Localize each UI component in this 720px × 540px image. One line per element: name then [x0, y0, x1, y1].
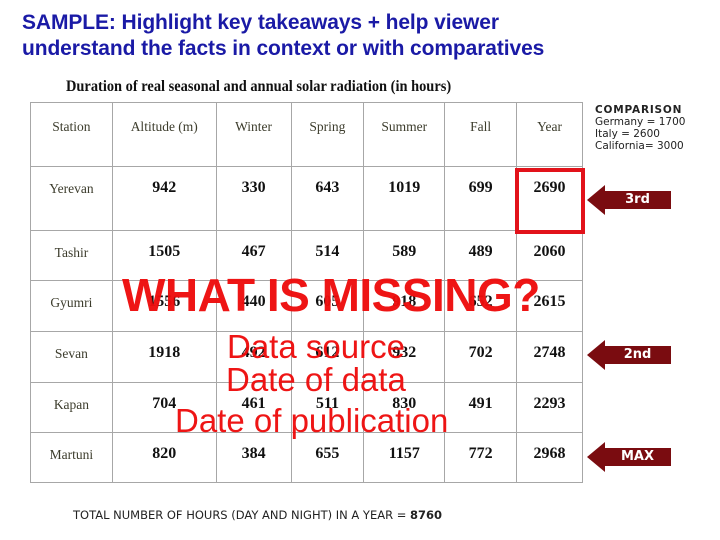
- rank-arrow-yerevan: 3rd: [587, 185, 671, 215]
- footer-text: TOTAL NUMBER OF HOURS (DAY AND NIGHT) IN…: [73, 508, 411, 522]
- year-cell: 2748: [516, 331, 583, 383]
- winter-cell: 384: [215, 432, 292, 483]
- footer-note: TOTAL NUMBER OF HOURS (DAY AND NIGHT) IN…: [73, 508, 442, 522]
- comparison-germany: Germany = 1700: [595, 116, 686, 128]
- column-header-station: Station: [30, 102, 113, 167]
- headline-line-1: SAMPLE: Highlight key takeaways + help v…: [22, 11, 499, 34]
- table-header-row: Station Altitude (m) Winter Spring Summe…: [30, 102, 583, 167]
- table-title: Duration of real seasonal and annual sol…: [66, 78, 452, 95]
- rank-label: 3rd: [604, 191, 671, 209]
- fall-cell: 491: [444, 382, 518, 433]
- table-row: Martuni 820 384 655 1157 772 2968: [30, 432, 583, 483]
- fall-cell: 772: [444, 432, 518, 483]
- missing-item-date-of-data: Date of data: [226, 361, 406, 398]
- station-cell: Kapan: [30, 382, 113, 433]
- fall-cell: 702: [444, 331, 518, 383]
- column-header-summer: Summer: [363, 102, 446, 167]
- winter-cell: 330: [215, 166, 292, 231]
- rank-label: MAX: [604, 448, 671, 466]
- column-header-winter: Winter: [215, 102, 292, 167]
- altitude-cell: 820: [111, 432, 217, 483]
- headline: SAMPLE: Highlight key takeaways + help v…: [22, 10, 712, 62]
- column-header-spring: Spring: [290, 102, 365, 167]
- altitude-cell: 1918: [111, 331, 217, 383]
- summer-cell: 1157: [363, 432, 446, 483]
- left-arrow-icon: [587, 340, 605, 370]
- missing-item-date-of-publication: Date of publication: [175, 402, 449, 439]
- comparison-box: COMPARISON Germany = 1700 Italy = 2600 C…: [595, 104, 685, 152]
- footer-value: 8760: [410, 508, 443, 522]
- summer-cell: 1019: [363, 166, 446, 231]
- left-arrow-icon: [587, 185, 605, 215]
- yerevan-year-highlight-box: [515, 168, 585, 234]
- station-cell: Gyumri: [30, 280, 113, 332]
- column-header-altitude: Altitude (m): [111, 102, 217, 167]
- station-cell: Tashir: [30, 230, 113, 281]
- comparison-italy: Italy = 2600: [595, 128, 660, 140]
- table-row: Yerevan 942 330 643 1019 699 2690: [30, 166, 583, 231]
- what-is-missing-question: WHAT IS MISSING?: [122, 269, 540, 321]
- year-cell: 2293: [516, 382, 583, 433]
- rank-arrow-sevan: 2nd: [587, 340, 671, 370]
- column-header-fall: Fall: [444, 102, 518, 167]
- fall-cell: 699: [444, 166, 518, 231]
- spring-cell: 655: [290, 432, 365, 483]
- comparison-california: California= 3000: [595, 140, 684, 152]
- comparison-title: COMPARISON: [595, 104, 683, 116]
- year-cell: 2968: [516, 432, 583, 483]
- station-cell: Yerevan: [30, 166, 113, 231]
- rank-arrow-martuni: MAX: [587, 442, 671, 472]
- left-arrow-icon: [587, 442, 605, 472]
- spring-cell: 643: [290, 166, 365, 231]
- headline-line-2: understand the facts in context or with …: [22, 37, 545, 60]
- station-cell: Martuni: [30, 432, 113, 483]
- station-cell: Sevan: [30, 331, 113, 383]
- rank-label: 2nd: [604, 346, 671, 364]
- column-header-year: Year: [516, 102, 583, 167]
- altitude-cell: 942: [111, 166, 217, 231]
